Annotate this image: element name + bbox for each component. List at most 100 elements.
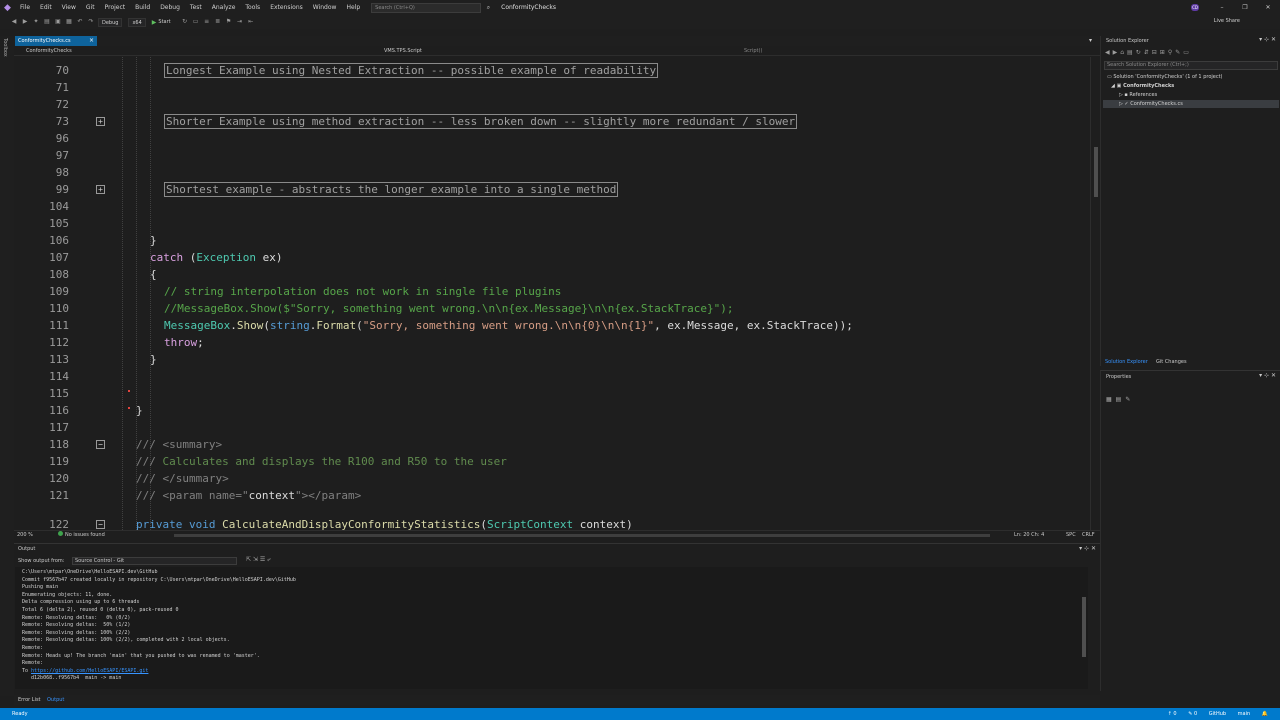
outdent-icon[interactable]: ⇤ xyxy=(247,18,255,26)
line-column-indicator[interactable]: Ln: 20 Ch: 4 xyxy=(1014,531,1044,540)
open-icon[interactable]: ▤ xyxy=(43,18,51,26)
code-line[interactable]: 118 − /// <summary> xyxy=(14,436,1090,453)
menu-project[interactable]: Project xyxy=(100,0,131,15)
tree-item-solution[interactable]: ▭ Solution 'ConformityChecks' (1 of 1 pr… xyxy=(1107,74,1223,80)
tab-error-list[interactable]: Error List xyxy=(18,695,41,705)
code-line[interactable]: 115 xyxy=(14,385,1090,402)
code-line[interactable]: 110 //MessageBox.Show($"Sorry, something … xyxy=(14,300,1090,317)
close-icon[interactable]: ✕ xyxy=(1258,0,1278,15)
expand-outline-icon[interactable]: + xyxy=(96,117,105,126)
code-line[interactable]: 108 { xyxy=(14,266,1090,283)
code-line[interactable]: 96 xyxy=(14,130,1090,147)
tree-item-project[interactable]: ◢ ▣ ConformityChecks xyxy=(1111,83,1174,89)
configuration-select[interactable]: Debug xyxy=(98,17,123,27)
branch-indicator[interactable]: main xyxy=(1238,711,1251,717)
code-line[interactable]: 104 xyxy=(14,198,1090,215)
output-source-select[interactable]: Source Control - Git xyxy=(72,557,237,565)
menu-test[interactable]: Test xyxy=(185,0,207,15)
code-line[interactable]: 105 xyxy=(14,215,1090,232)
menu-analyze[interactable]: Analyze xyxy=(207,0,241,15)
scrollbar-thumb[interactable] xyxy=(1094,147,1098,197)
restore-icon[interactable]: ❐ xyxy=(1235,0,1255,15)
code-line[interactable]: 99 + Shortest example - abstracts the long… xyxy=(14,181,1090,198)
forward-icon[interactable]: ▶ xyxy=(21,18,29,26)
save-all-icon[interactable]: ▦ xyxy=(65,18,73,26)
uncomment-icon[interactable]: ≣ xyxy=(214,18,222,26)
platform-select[interactable]: x64 xyxy=(128,17,146,27)
editor-vertical-scrollbar[interactable] xyxy=(1090,57,1100,530)
repository-indicator[interactable]: GitHub xyxy=(1209,711,1226,717)
collapsed-region[interactable]: Shortest example - abstracts the longer … xyxy=(164,182,619,197)
pending-push-indicator[interactable]: ↑ 0 xyxy=(1168,711,1177,717)
pending-changes-indicator[interactable]: ✎ 0 xyxy=(1188,711,1197,717)
code-line[interactable]: 121 /// <param name="context"></param> xyxy=(14,487,1090,504)
menu-git[interactable]: Git xyxy=(81,0,100,15)
whitespace-indicator[interactable]: SPC xyxy=(1066,531,1076,540)
menu-extensions[interactable]: Extensions xyxy=(265,0,308,15)
code-line[interactable]: 120 /// </summary> xyxy=(14,470,1090,487)
properties-toolbar[interactable]: ▦▤✎ xyxy=(1106,396,1134,403)
solution-search-input[interactable]: Search Solution Explorer (Ctrl+;) xyxy=(1104,61,1278,70)
tab-close-icon[interactable]: × xyxy=(89,36,94,46)
menu-file[interactable]: File xyxy=(15,0,35,15)
code-line[interactable]: 114 xyxy=(14,368,1090,385)
nav-project-dropdown[interactable]: ConformityChecks xyxy=(26,46,72,56)
repo-link[interactable]: https://github.com/HelloESAPI/ESAPI.git xyxy=(31,668,148,674)
code-editor[interactable]: 70 Longest Example using Nested Extractio… xyxy=(14,57,1090,530)
code-line[interactable]: 73 + Shorter Example using method extracti… xyxy=(14,113,1090,130)
code-line[interactable]: 109 // string interpolation does not work… xyxy=(14,283,1090,300)
nav-member-dropdown[interactable]: Script() xyxy=(744,46,762,56)
line-ending-indicator[interactable]: CRLF xyxy=(1082,531,1095,540)
hot-reload-icon[interactable]: ↻ xyxy=(181,18,189,26)
solution-explorer-toolbar[interactable]: ◀▶⌂▤↻⇵⊟⊞⚲✎▭ xyxy=(1105,49,1192,56)
tab-output[interactable]: Output xyxy=(47,695,64,705)
code-line[interactable]: 116} xyxy=(14,402,1090,419)
save-icon[interactable]: ▣ xyxy=(54,18,62,26)
menu-edit[interactable]: Edit xyxy=(35,0,57,15)
undo-icon[interactable]: ↶ xyxy=(76,18,84,26)
code-line[interactable]: 71 xyxy=(14,79,1090,96)
menu-view[interactable]: View xyxy=(57,0,81,15)
start-button[interactable]: ▶ Start xyxy=(152,19,171,26)
minimize-icon[interactable]: – xyxy=(1212,0,1232,15)
tree-item-references[interactable]: ▷ ▪ References xyxy=(1119,92,1157,98)
panel-controls[interactable]: ▾ ⊹ ✕ xyxy=(1079,545,1096,552)
menu-build[interactable]: Build xyxy=(130,0,155,15)
comment-icon[interactable]: ≡ xyxy=(203,18,211,26)
new-item-icon[interactable]: ✦ xyxy=(32,18,40,26)
tab-solution-explorer[interactable]: Solution Explorer xyxy=(1105,357,1148,367)
collapsed-region[interactable]: Longest Example using Nested Extraction … xyxy=(164,63,659,78)
code-line[interactable]: 72 xyxy=(14,96,1090,113)
menu-debug[interactable]: Debug xyxy=(155,0,185,15)
tab-overflow-icon[interactable]: ▾ xyxy=(1089,36,1092,46)
tab-conformitychecks-cs[interactable]: ConformityChecks.cs × xyxy=(15,36,97,46)
code-line[interactable]: 107 catch (Exception ex) xyxy=(14,249,1090,266)
code-line[interactable]: 70 Longest Example using Nested Extractio… xyxy=(14,62,1090,79)
collapse-outline-icon[interactable]: − xyxy=(96,520,105,529)
indent-icon[interactable]: ⇥ xyxy=(236,18,244,26)
bookmark-icon[interactable]: ⚑ xyxy=(225,18,233,26)
issues-indicator[interactable]: No issues found xyxy=(58,531,105,540)
output-scrollbar-thumb[interactable] xyxy=(1082,597,1086,657)
panel-controls[interactable]: ▾ ⊹ ✕ xyxy=(1259,372,1276,379)
code-line[interactable]: 122 − private void CalculateAndDisplayConf… xyxy=(14,516,1090,530)
redo-icon[interactable]: ↷ xyxy=(87,18,95,26)
code-line[interactable]: 113} xyxy=(14,351,1090,368)
code-line[interactable]: 111 MessageBox.Show(string.Format("Sorry,… xyxy=(14,317,1090,334)
menu-tools[interactable]: Tools xyxy=(240,0,265,15)
toolbox-tab[interactable]: Toolbox xyxy=(2,38,8,57)
menu-help[interactable]: Help xyxy=(341,0,365,15)
code-line[interactable]: 106} xyxy=(14,232,1090,249)
browser-link-icon[interactable]: ▭ xyxy=(192,18,200,26)
nav-class-dropdown[interactable]: VMS.TPS.Script xyxy=(384,46,422,56)
zoom-level[interactable]: 200 % xyxy=(17,531,33,540)
editor-horizontal-scrollbar[interactable] xyxy=(174,534,990,537)
search-input[interactable]: Search (Ctrl+Q) ⌕ xyxy=(371,2,490,13)
expand-outline-icon[interactable]: + xyxy=(96,185,105,194)
back-icon[interactable]: ◀ xyxy=(10,18,18,26)
output-text-area[interactable]: C:\Users\mtpar\OneDrive\HelloESAPI.dev\G… xyxy=(15,567,1088,689)
output-toolbar[interactable]: ⇱ ⇲ ☰ ⤶ xyxy=(246,556,271,564)
search-icon[interactable]: ⌕ xyxy=(487,4,490,12)
collapsed-region[interactable]: Shorter Example using method extraction … xyxy=(164,114,798,129)
code-line[interactable]: 98 xyxy=(14,164,1090,181)
